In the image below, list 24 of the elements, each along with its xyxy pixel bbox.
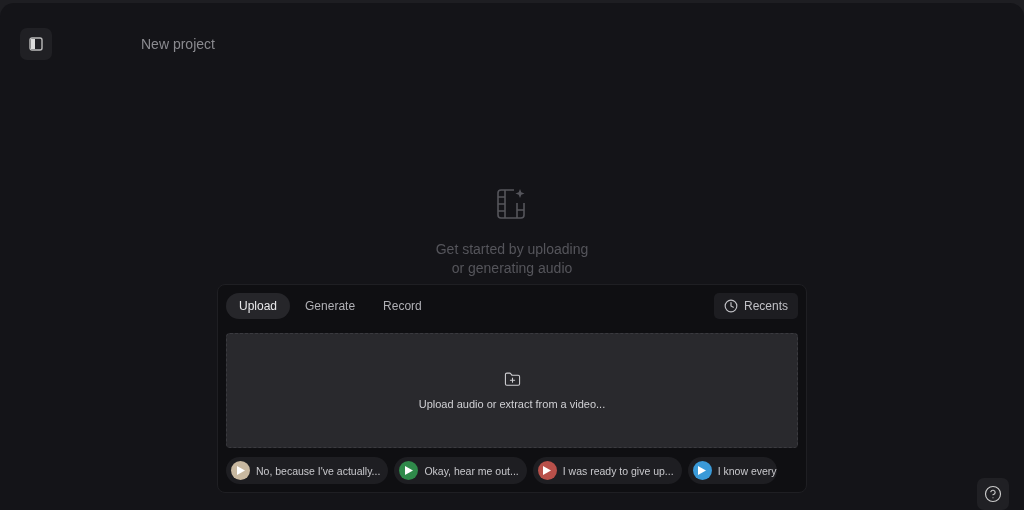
sidebar-toggle-button[interactable] xyxy=(20,28,52,60)
sample-chip[interactable]: I know every xyxy=(687,457,777,484)
film-sparkle-icon xyxy=(496,188,528,220)
folder-plus-icon xyxy=(503,371,521,388)
play-icon xyxy=(404,466,413,475)
sample-chip[interactable]: I was ready to give up... xyxy=(532,457,682,484)
empty-state-text: or generating audio xyxy=(451,259,573,278)
tab[interactable]: Generate xyxy=(292,293,369,319)
upload-dropzone[interactable]: Upload audio or extract from a video... xyxy=(226,333,798,448)
clock-icon xyxy=(723,299,738,313)
play-icon xyxy=(698,466,707,475)
help-button[interactable] xyxy=(977,478,1009,510)
tab[interactable]: Upload xyxy=(226,293,291,319)
tab[interactable]: Record xyxy=(370,293,435,319)
help-icon xyxy=(984,485,1002,503)
sidebar-icon xyxy=(29,37,43,51)
project-title: New project xyxy=(141,36,215,52)
dropzone-label: Upload audio or extract from a video... xyxy=(418,398,606,410)
sample-chip[interactable]: Okay, hear me out... xyxy=(394,457,527,484)
play-icon xyxy=(236,466,245,475)
recents-button[interactable]: Recents xyxy=(713,293,798,319)
sample-chip[interactable]: No, because I've actually... xyxy=(226,457,389,484)
play-icon xyxy=(543,466,552,475)
empty-state-text: Get started by uploading xyxy=(435,240,589,259)
